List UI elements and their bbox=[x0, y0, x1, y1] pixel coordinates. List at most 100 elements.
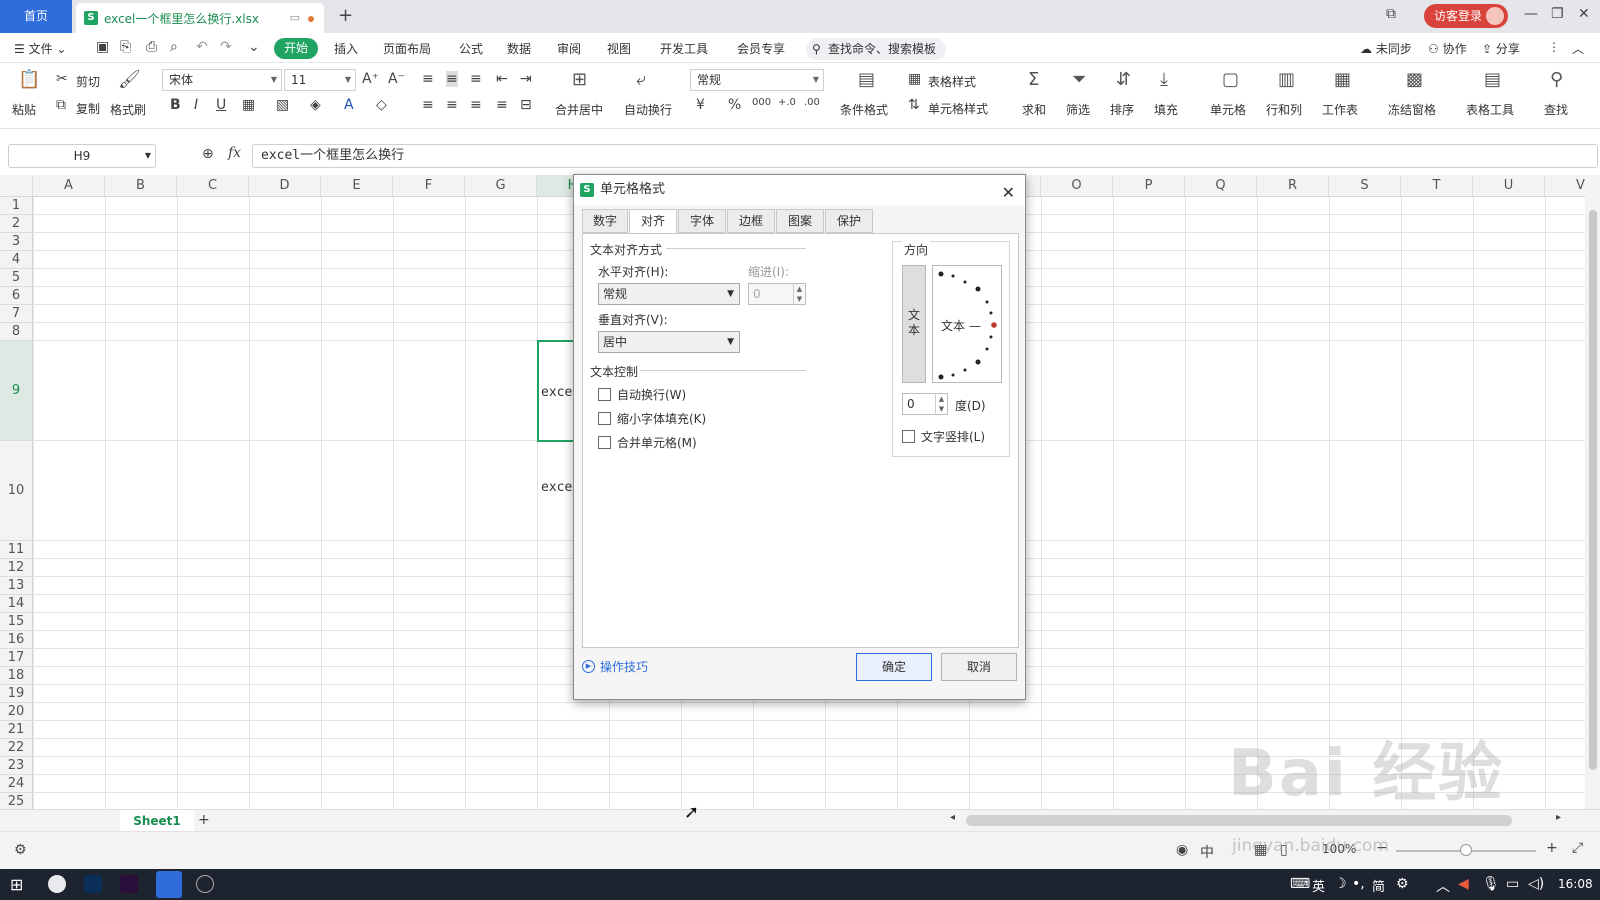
select-all-corner[interactable] bbox=[0, 175, 33, 197]
row-header[interactable]: 23 bbox=[0, 757, 33, 775]
new-tab-button[interactable]: + bbox=[338, 5, 353, 26]
row-header[interactable]: 11 bbox=[0, 541, 33, 559]
tab-insert[interactable]: 插入 bbox=[334, 40, 358, 57]
copy-button[interactable]: 复制 bbox=[76, 100, 100, 117]
window-badge-icon[interactable]: ⧉ bbox=[1386, 6, 1396, 22]
app-circle-icon[interactable] bbox=[196, 875, 214, 893]
formula-input[interactable]: excel一个框里怎么换行 bbox=[252, 144, 1598, 168]
premiere-icon[interactable] bbox=[120, 875, 138, 893]
align-middle-icon[interactable]: ≡ bbox=[446, 71, 458, 87]
column-header[interactable]: C bbox=[177, 175, 249, 197]
freeze-button[interactable]: 冻结窗格 bbox=[1388, 101, 1436, 118]
sort-icon[interactable]: ⇵ bbox=[1116, 69, 1131, 90]
filter-icon[interactable]: ⏷ bbox=[1072, 69, 1086, 90]
column-header[interactable]: A bbox=[33, 175, 105, 197]
row-header[interactable]: 6 bbox=[0, 287, 33, 305]
vertical-align-select[interactable]: 居中 ▼ bbox=[598, 331, 740, 353]
vertical-text-button[interactable]: 文本 bbox=[902, 265, 926, 383]
row-header[interactable]: 18 bbox=[0, 667, 33, 685]
windows-start-icon[interactable]: ⊞ bbox=[10, 875, 23, 894]
border-icon[interactable]: ▦ bbox=[242, 97, 255, 113]
column-header[interactable]: P bbox=[1113, 175, 1185, 197]
wrap-button[interactable]: 自动换行 bbox=[624, 101, 672, 118]
tab-font[interactable]: 字体 bbox=[678, 209, 726, 233]
row-header[interactable]: 22 bbox=[0, 739, 33, 757]
align-bottom-icon[interactable]: ≡ bbox=[470, 71, 482, 87]
horizontal-align-select[interactable]: 常规 ▼ bbox=[598, 283, 740, 305]
close-icon[interactable]: ✕ bbox=[1002, 178, 1015, 208]
print-preview-icon[interactable]: ⌕ bbox=[170, 39, 178, 55]
align-center-icon[interactable]: ≡ bbox=[446, 97, 458, 113]
tray-expand-icon[interactable]: ︿ bbox=[1436, 876, 1450, 896]
tray-app-icon[interactable]: ◀ bbox=[1458, 876, 1469, 892]
increase-font-icon[interactable]: A⁺ bbox=[362, 71, 379, 87]
merge-icon[interactable]: ⊞ bbox=[572, 69, 587, 90]
format-painter-icon[interactable]: 🖌 bbox=[118, 69, 141, 90]
row-header[interactable]: 15 bbox=[0, 613, 33, 631]
close-window-icon[interactable]: ✕ bbox=[1578, 6, 1590, 22]
vertical-stack-checkbox[interactable]: 文字竖排(L) bbox=[902, 428, 985, 445]
ok-button[interactable]: 确定 bbox=[856, 653, 932, 681]
merge-cells-checkbox[interactable]: 合并单元格(M) bbox=[598, 434, 697, 451]
tab-pattern[interactable]: 图案 bbox=[776, 209, 824, 233]
indent-decrease-icon[interactable]: ⇤ bbox=[496, 71, 508, 87]
photoshop-icon[interactable] bbox=[84, 875, 102, 893]
fill-color-icon[interactable]: ◈ bbox=[310, 97, 321, 113]
wrap-icon[interactable]: ⤶ bbox=[636, 69, 646, 90]
undo-icon[interactable]: ↶ bbox=[196, 39, 208, 55]
tab-number[interactable]: 数字 bbox=[582, 209, 628, 233]
row-header[interactable]: 7 bbox=[0, 305, 33, 323]
cell-icon[interactable]: ▢ bbox=[1222, 69, 1239, 90]
command-search[interactable]: ⚲ 查找命令、搜索模板 bbox=[806, 38, 946, 60]
justify-icon[interactable]: ≡ bbox=[496, 97, 508, 113]
checkbox-box[interactable] bbox=[598, 388, 611, 401]
fill-icon[interactable]: ⤓ bbox=[1160, 69, 1168, 90]
checkbox-box[interactable] bbox=[598, 436, 611, 449]
shrink-to-fit-checkbox[interactable]: 缩小字体填充(K) bbox=[598, 410, 706, 427]
row-header[interactable]: 5 bbox=[0, 269, 33, 287]
table-style-icon[interactable]: ▦ bbox=[908, 71, 921, 87]
tab-data[interactable]: 数据 bbox=[507, 40, 531, 57]
percent-icon[interactable]: % bbox=[728, 97, 741, 113]
table-style-button[interactable]: 表格样式 bbox=[928, 73, 976, 90]
settings-icon[interactable]: ⚙ bbox=[1396, 876, 1409, 892]
sort-button[interactable]: 排序 bbox=[1110, 101, 1134, 118]
table-tools-icon[interactable]: ▤ bbox=[1484, 69, 1501, 90]
row-header[interactable]: 1 bbox=[0, 197, 33, 215]
wps-taskbar-icon[interactable] bbox=[156, 871, 182, 898]
worksheet-button[interactable]: 工作表 bbox=[1322, 101, 1358, 118]
thousands-icon[interactable]: 000 bbox=[752, 97, 771, 108]
fill-style-icon[interactable]: ▧ bbox=[276, 97, 289, 113]
fullscreen-icon[interactable]: ⤢ bbox=[1572, 840, 1583, 856]
tab-border[interactable]: 边框 bbox=[727, 209, 775, 233]
column-header[interactable]: B bbox=[105, 175, 177, 197]
name-box[interactable]: H9 ▼ bbox=[8, 144, 156, 168]
zoom-slider-handle[interactable] bbox=[1460, 844, 1472, 856]
microphone-icon[interactable]: 🎙 bbox=[1482, 876, 1500, 892]
align-right-icon[interactable]: ≡ bbox=[470, 97, 482, 113]
column-header[interactable]: Q bbox=[1185, 175, 1257, 197]
row-header[interactable]: 3 bbox=[0, 233, 33, 251]
freeze-icon[interactable]: ▩ bbox=[1406, 69, 1423, 90]
conditional-format-icon[interactable]: ▤ bbox=[858, 69, 875, 90]
decrease-decimal-icon[interactable]: .00 bbox=[804, 97, 820, 108]
row-column-button[interactable]: 行和列 bbox=[1266, 101, 1302, 118]
print-icon[interactable]: ⎙ bbox=[146, 39, 157, 55]
row-header[interactable]: 17 bbox=[0, 649, 33, 667]
row-header[interactable]: 4 bbox=[0, 251, 33, 269]
sum-icon[interactable]: Σ bbox=[1028, 69, 1039, 90]
document-tab[interactable]: S excel一个框里怎么换行.xlsx ▭ bbox=[76, 3, 324, 33]
tab-developer[interactable]: 开发工具 bbox=[660, 40, 708, 57]
column-header[interactable]: S bbox=[1329, 175, 1401, 197]
sync-status[interactable]: ☁ 未同步 bbox=[1360, 40, 1412, 57]
tab-alignment[interactable]: 对齐 bbox=[629, 209, 677, 234]
sum-button[interactable]: 求和 bbox=[1022, 101, 1046, 118]
number-format-select[interactable]: 常规 ▼ bbox=[690, 69, 824, 91]
scroll-right-icon[interactable]: ▸ bbox=[1556, 812, 1561, 823]
column-header[interactable]: D bbox=[249, 175, 321, 197]
row-header[interactable]: 2 bbox=[0, 215, 33, 233]
underline-icon[interactable]: U bbox=[216, 97, 226, 113]
font-size-select[interactable]: 11 ▼ bbox=[284, 69, 356, 91]
chrome-icon[interactable] bbox=[48, 875, 66, 893]
copy-icon[interactable]: ⧉ bbox=[56, 97, 66, 113]
